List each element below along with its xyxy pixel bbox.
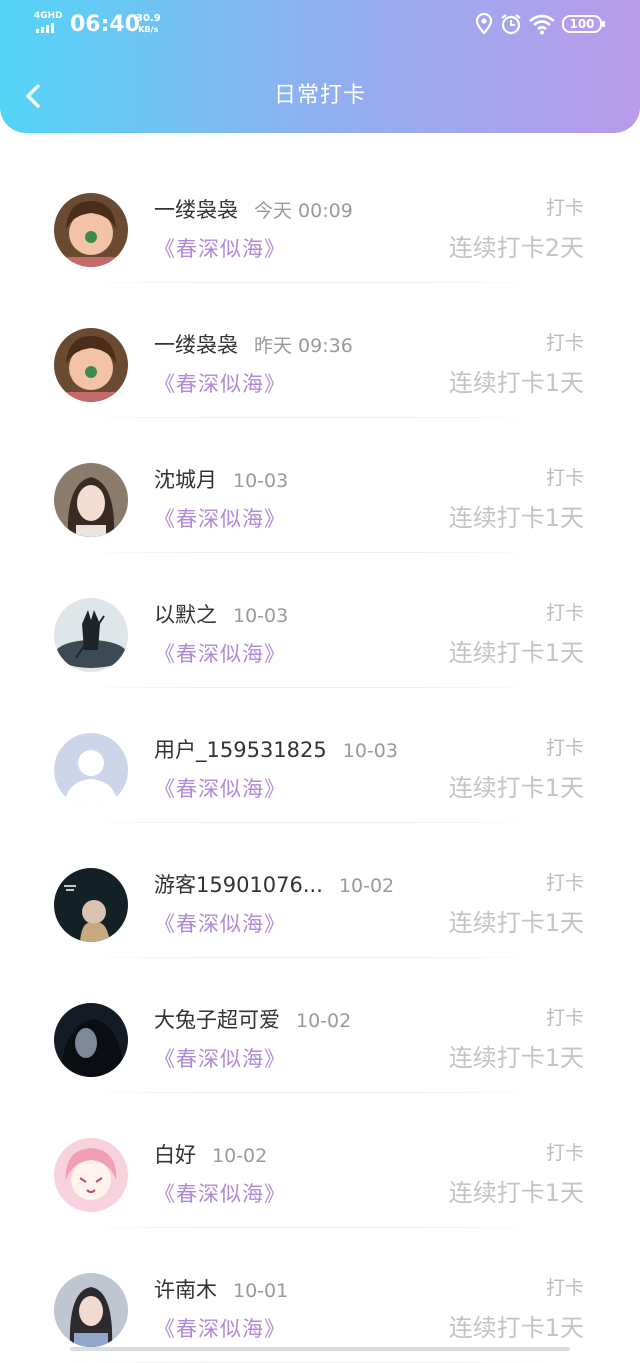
checkin-row[interactable]: 用户_159531825 10-03 《春深似海》 打卡 连续打卡1天 <box>0 688 640 823</box>
book-title[interactable]: 《春深似海》 <box>154 234 286 264</box>
user-name: 游客15901076... 10-02 <box>154 871 394 900</box>
checkin-row[interactable]: 游客15901076... 10-02 《春深似海》 打卡 连续打卡1天 <box>0 823 640 958</box>
checkin-tag: 打卡 <box>546 734 584 762</box>
user-name-text: 一缕袅袅 <box>154 333 238 357</box>
avatar[interactable] <box>54 733 128 807</box>
user-name-text: 用户_159531825 <box>154 738 327 762</box>
user-name-text: 沈城月 <box>154 468 217 492</box>
streak-text: 连续打卡1天 <box>449 772 584 804</box>
checkin-tag: 打卡 <box>546 464 584 492</box>
book-title[interactable]: 《春深似海》 <box>154 1314 286 1344</box>
checkin-row[interactable]: 沈城月 10-03 《春深似海》 打卡 连续打卡1天 <box>0 418 640 553</box>
user-name-text: 许南木 <box>154 1278 217 1302</box>
checkin-tag: 打卡 <box>546 329 584 357</box>
user-name-text: 游客15901076... <box>154 873 323 897</box>
user-name: 用户_159531825 10-03 <box>154 736 398 765</box>
checkin-tag: 打卡 <box>546 869 584 897</box>
checkin-row[interactable]: 许南木 10-01 《春深似海》 打卡 连续打卡1天 <box>0 1228 640 1363</box>
checkin-tag: 打卡 <box>546 1139 584 1167</box>
streak-text: 连续打卡2天 <box>449 232 584 264</box>
avatar[interactable] <box>54 328 128 402</box>
checkin-tag: 打卡 <box>546 599 584 627</box>
user-name-text: 以默之 <box>154 603 217 627</box>
checkin-time: 10-01 <box>233 1280 288 1302</box>
streak-text: 连续打卡1天 <box>449 1042 584 1074</box>
battery-icon: 100 <box>562 15 602 33</box>
checkin-tag: 打卡 <box>546 1274 584 1302</box>
alarm-icon <box>500 13 522 35</box>
scrollbar[interactable] <box>70 1347 570 1351</box>
user-name: 白好 10-02 <box>154 1141 267 1170</box>
book-title[interactable]: 《春深似海》 <box>154 1179 286 1209</box>
book-title[interactable]: 《春深似海》 <box>154 774 286 804</box>
checkin-time: 10-03 <box>233 470 288 492</box>
user-name-text: 一缕袅袅 <box>154 198 238 222</box>
checkin-row[interactable]: 一缕袅袅今天 00:09 《春深似海》 打卡 连续打卡2天 <box>0 148 640 283</box>
signal-icon: 4GHD <box>34 11 64 35</box>
avatar[interactable] <box>54 193 128 267</box>
clock: 06:40 <box>70 10 140 40</box>
checkin-time: 10-02 <box>296 1010 351 1032</box>
user-name: 一缕袅袅昨天 09:36 <box>154 331 353 360</box>
streak-text: 连续打卡1天 <box>449 502 584 534</box>
checkin-tag: 打卡 <box>546 194 584 222</box>
speed-unit: KB/s <box>136 24 161 35</box>
wifi-icon <box>528 13 556 35</box>
user-name-text: 白好 <box>154 1143 196 1167</box>
book-title[interactable]: 《春深似海》 <box>154 909 286 939</box>
streak-text: 连续打卡1天 <box>449 1177 584 1209</box>
user-name: 许南木 10-01 <box>154 1276 288 1305</box>
checkin-time: 10-02 <box>339 875 394 897</box>
network-type: 4GHD <box>34 11 63 21</box>
speed-value: 30.9 <box>136 13 161 24</box>
user-name: 以默之 10-03 <box>154 601 288 630</box>
checkin-row[interactable]: 一缕袅袅昨天 09:36 《春深似海》 打卡 连续打卡1天 <box>0 283 640 418</box>
avatar[interactable] <box>54 598 128 672</box>
streak-text: 连续打卡1天 <box>449 367 584 399</box>
checkin-time: 今天 00:09 <box>254 200 353 222</box>
avatar[interactable] <box>54 1273 128 1347</box>
checkin-row[interactable]: 白好 10-02 《春深似海》 打卡 连续打卡1天 <box>0 1093 640 1228</box>
checkin-time: 10-02 <box>212 1145 267 1167</box>
book-title[interactable]: 《春深似海》 <box>154 369 286 399</box>
status-bar: 4GHD 06:40 30.9 KB/s <box>0 0 640 50</box>
checkin-row[interactable]: 以默之 10-03 《春深似海》 打卡 连续打卡1天 <box>0 553 640 688</box>
book-title[interactable]: 《春深似海》 <box>154 1044 286 1074</box>
checkin-time: 昨天 09:36 <box>254 335 353 357</box>
book-title[interactable]: 《春深似海》 <box>154 639 286 669</box>
streak-text: 连续打卡1天 <box>449 637 584 669</box>
page-title: 日常打卡 <box>0 78 640 114</box>
streak-text: 连续打卡1天 <box>449 907 584 939</box>
avatar[interactable] <box>54 1138 128 1212</box>
checkin-time: 10-03 <box>233 605 288 627</box>
checkin-row[interactable]: 大兔子超可爱 10-02 《春深似海》 打卡 连续打卡1天 <box>0 958 640 1093</box>
book-title[interactable]: 《春深似海》 <box>154 504 286 534</box>
avatar[interactable] <box>54 1003 128 1077</box>
checkin-time: 10-03 <box>343 740 398 762</box>
user-name: 一缕袅袅今天 00:09 <box>154 196 353 225</box>
header-bar: 4GHD 06:40 30.9 KB/s <box>0 0 640 133</box>
user-name: 大兔子超可爱 10-02 <box>154 1006 351 1035</box>
network-speed: 30.9 KB/s <box>136 13 161 35</box>
checkin-tag: 打卡 <box>546 1004 584 1032</box>
avatar[interactable] <box>54 868 128 942</box>
user-name-text: 大兔子超可爱 <box>154 1008 280 1032</box>
avatar[interactable] <box>54 463 128 537</box>
streak-text: 连续打卡1天 <box>449 1312 584 1344</box>
user-name: 沈城月 10-03 <box>154 466 288 495</box>
location-icon <box>476 13 492 35</box>
